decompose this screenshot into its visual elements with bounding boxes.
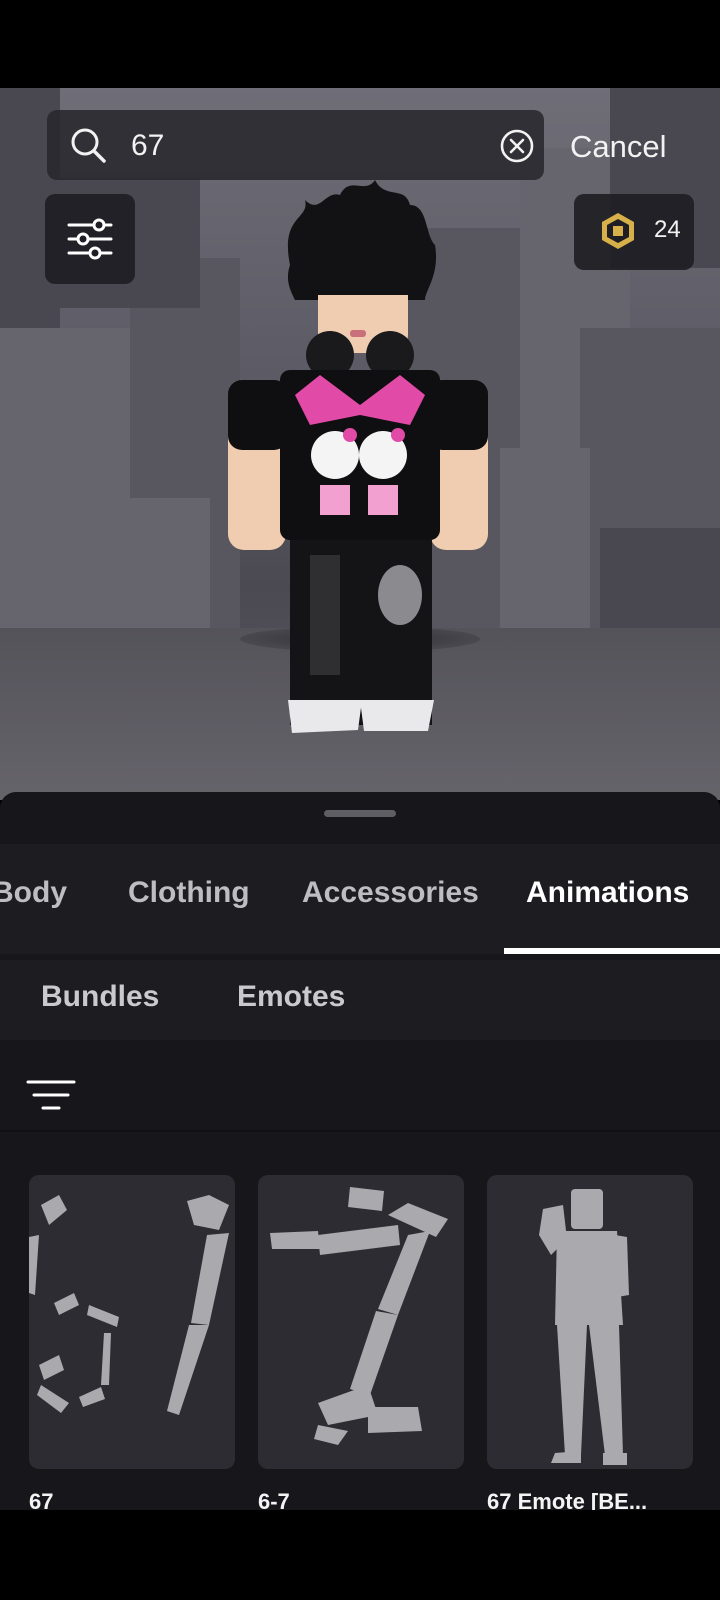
subtab-emotes[interactable]: Emotes bbox=[237, 980, 345, 1014]
search-input[interactable] bbox=[129, 124, 463, 168]
catalog-sheet: Body Clothing Accessories Animations Bun… bbox=[0, 792, 720, 1510]
robux-icon bbox=[602, 213, 634, 249]
filter-button[interactable] bbox=[45, 194, 135, 284]
divider bbox=[0, 1130, 720, 1132]
active-tab-indicator bbox=[504, 948, 720, 954]
subtab-bundles[interactable]: Bundles bbox=[41, 980, 159, 1014]
item-thumbnail bbox=[487, 1175, 693, 1469]
item-card[interactable]: 67 Emote [BE... bbox=[487, 1175, 693, 1510]
cancel-button[interactable]: Cancel bbox=[570, 122, 667, 172]
item-thumbnail bbox=[258, 1175, 464, 1469]
sort-lines-icon[interactable] bbox=[26, 1076, 76, 1116]
tab-accessories[interactable]: Accessories bbox=[302, 876, 479, 910]
sliders-icon bbox=[67, 218, 113, 260]
tab-animations[interactable]: Animations bbox=[526, 876, 689, 910]
navigation-bar-area bbox=[0, 1510, 720, 1600]
tab-body[interactable]: Body bbox=[0, 876, 67, 910]
drag-handle[interactable] bbox=[324, 810, 396, 817]
item-card[interactable]: 67 bbox=[29, 1175, 235, 1510]
search-bar[interactable] bbox=[47, 110, 544, 180]
tab-clothing[interactable]: Clothing bbox=[128, 876, 250, 910]
robux-amount: 24 bbox=[654, 216, 681, 243]
item-name: 67 Emote [BE... bbox=[487, 1489, 648, 1510]
search-icon bbox=[71, 128, 106, 163]
category-tabs: Body Clothing Accessories Animations bbox=[0, 844, 720, 954]
item-card[interactable]: 6-7 bbox=[258, 1175, 464, 1510]
robux-balance-button[interactable]: 24 bbox=[574, 194, 694, 270]
sub-tabs: Bundles Emotes bbox=[0, 960, 720, 1040]
item-thumbnail bbox=[29, 1175, 235, 1469]
item-name: 6-7 bbox=[258, 1489, 290, 1510]
clear-search-icon[interactable] bbox=[499, 128, 535, 164]
status-bar-area bbox=[0, 0, 720, 88]
item-name: 67 bbox=[29, 1489, 54, 1510]
avatar-model[interactable] bbox=[200, 125, 520, 765]
